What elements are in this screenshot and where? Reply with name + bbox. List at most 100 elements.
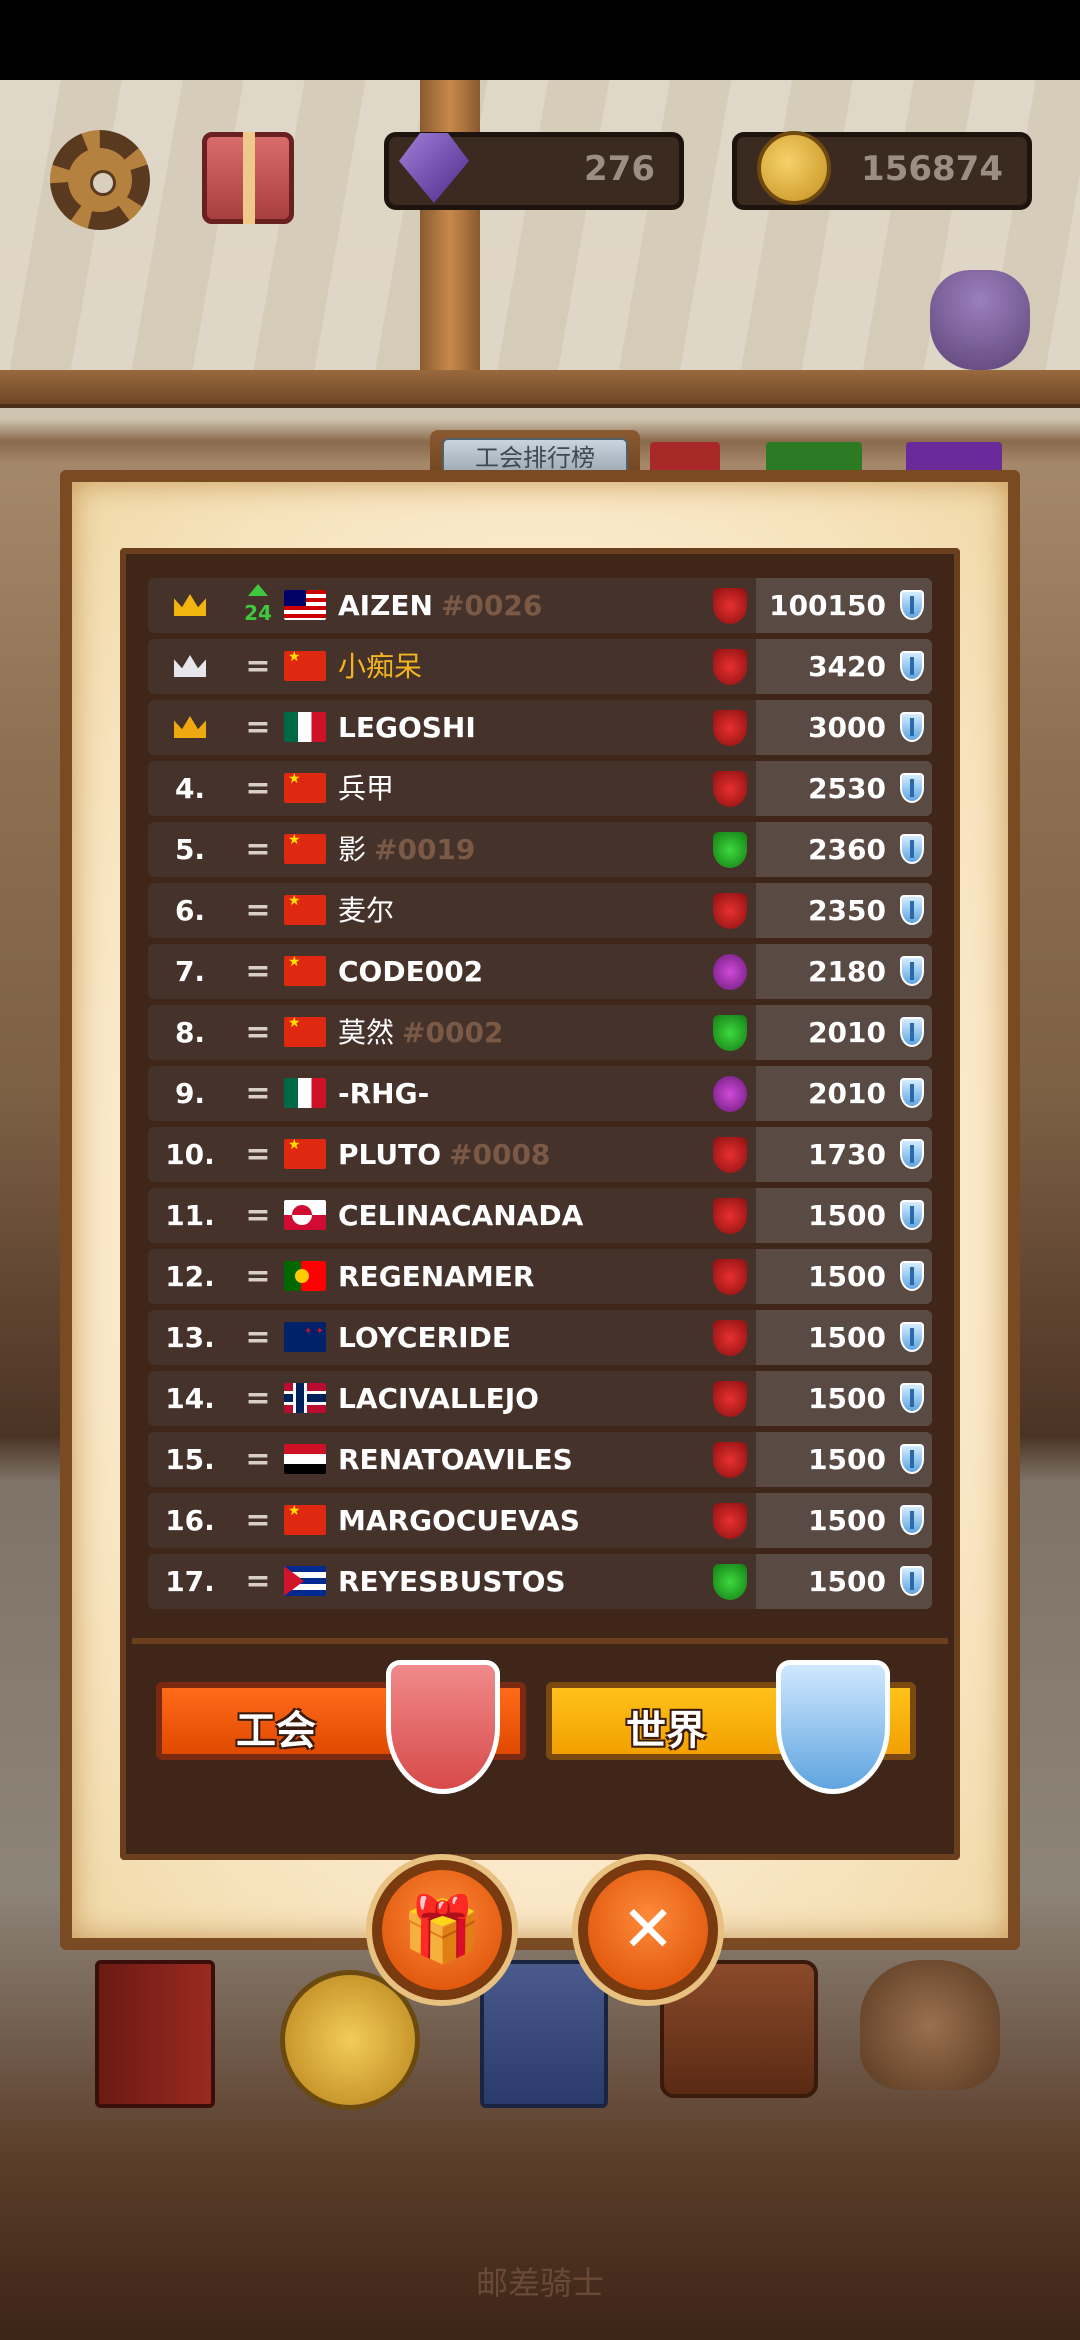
leaderboard-row[interactable]: 17. = REYESBUSTOS 1500 [148, 1554, 932, 1609]
player-name[interactable]: CELINACANADA [338, 1188, 583, 1243]
player-score: 1500 [808, 1260, 886, 1293]
player-name[interactable]: 兵甲 [338, 761, 394, 816]
leaderboard-row[interactable]: 14. = LACIVALLEJO 1500 [148, 1371, 932, 1426]
player-name[interactable]: PLUTO #0008 [338, 1127, 550, 1182]
player-name[interactable]: 影 #0019 [338, 822, 475, 877]
tab-green[interactable] [766, 442, 862, 470]
leaderboard-row[interactable]: 15. = RENATOAVILES 1500 [148, 1432, 932, 1487]
player-name[interactable]: CODE002 [338, 944, 483, 999]
player-name[interactable]: 小痴呆 [338, 639, 422, 694]
country-flag-icon [284, 956, 326, 986]
country-flag-icon [284, 834, 326, 864]
settings-gear-icon[interactable] [50, 130, 150, 230]
player-name[interactable]: REGENAMER [338, 1249, 534, 1304]
leaderboard-row[interactable]: 13. = LOYCERIDE 1500 [148, 1310, 932, 1365]
player-name-text: CELINACANADA [338, 1199, 584, 1232]
green-guild-emblem-icon[interactable] [713, 1015, 747, 1051]
leaderboard-row[interactable]: 24 AIZEN #0026 100150 [148, 578, 932, 633]
guild-tab-button[interactable]: 工会 [156, 1660, 526, 1794]
quest-book-icon[interactable] [95, 1960, 215, 2108]
purple-guild-emblem-icon[interactable] [713, 954, 747, 990]
red-guild-emblem-icon[interactable] [713, 771, 747, 807]
leaderboard-row[interactable]: = 小痴呆 3420 [148, 639, 932, 694]
gem-count: 276 [584, 149, 655, 189]
rank-number: 14. [165, 1382, 215, 1415]
red-guild-emblem-icon[interactable] [713, 649, 747, 685]
green-guild-emblem-icon[interactable] [713, 832, 747, 868]
player-name[interactable]: REYESBUSTOS [338, 1554, 566, 1609]
leaderboard-row[interactable]: 10. = PLUTO#0008 1730 [148, 1127, 932, 1182]
player-tag: #0026 [440, 589, 543, 622]
player-name-text: 莫然 [338, 1016, 395, 1049]
country-flag-icon [284, 1383, 326, 1413]
rank-change: = [245, 1381, 271, 1416]
leaderboard-row[interactable]: 12. = REGENAMER 1500 [148, 1249, 932, 1304]
gift-round-button[interactable]: 🎁 [372, 1860, 512, 2000]
leaderboard-row[interactable]: 8. = 莫然#0002 2010 [148, 1005, 932, 1060]
player-score: 3420 [808, 650, 886, 683]
treasure-bag-icon[interactable] [930, 270, 1030, 370]
red-guild-emblem-icon[interactable] [713, 588, 747, 624]
red-guild-emblem-icon[interactable] [713, 710, 747, 746]
red-guild-emblem-icon[interactable] [713, 1259, 747, 1295]
player-name[interactable]: LACIVALLEJO [338, 1371, 539, 1426]
red-guild-emblem-icon[interactable] [713, 1320, 747, 1356]
player-name[interactable]: 莫然 #0002 [338, 1005, 503, 1060]
purple-guild-emblem-icon[interactable] [713, 1076, 747, 1112]
trophy-shield-icon [900, 1017, 924, 1047]
player-name[interactable]: AIZEN #0026 [338, 578, 542, 633]
star-coin-icon[interactable] [280, 1970, 420, 2110]
leaderboard-row[interactable]: 11. = CELINACANADA 1500 [148, 1188, 932, 1243]
red-guild-emblem-icon[interactable] [713, 1442, 747, 1478]
player-name[interactable]: -RHG- [338, 1066, 429, 1121]
country-flag-icon [284, 1078, 326, 1108]
loot-bag-icon[interactable] [860, 1960, 1000, 2090]
red-guild-emblem-icon[interactable] [713, 1503, 747, 1539]
player-name[interactable]: MARGOCUEVAS [338, 1493, 580, 1548]
divider [132, 1638, 948, 1644]
country-flag-icon [284, 651, 326, 681]
red-guild-emblem-icon[interactable] [713, 1137, 747, 1173]
leaderboard-row[interactable]: 16. = MARGOCUEVAS 1500 [148, 1493, 932, 1548]
trophy-shield-icon [900, 773, 924, 803]
player-name[interactable]: LEGOSHI [338, 700, 476, 755]
player-name-text: 兵甲 [338, 772, 395, 805]
red-guild-emblem-icon[interactable] [713, 893, 747, 929]
player-name[interactable]: LOYCERIDE [338, 1310, 511, 1365]
player-name[interactable]: RENATOAVILES [338, 1432, 573, 1487]
player-name-text: REYESBUSTOS [338, 1565, 566, 1598]
trophy-shield-icon [900, 590, 924, 620]
trophy-shield-icon [900, 1444, 924, 1474]
leaderboard-row[interactable]: 7. = CODE002 2180 [148, 944, 932, 999]
green-guild-emblem-icon[interactable] [713, 1564, 747, 1600]
player-score: 2530 [808, 772, 886, 805]
country-flag-icon [284, 1444, 326, 1474]
country-flag-icon [284, 1505, 326, 1535]
player-name-text: REGENAMER [338, 1260, 535, 1293]
red-guild-emblem-icon[interactable] [713, 1381, 747, 1417]
rank-number: 10. [165, 1138, 215, 1171]
rank-number: 7. [174, 955, 206, 988]
trophy-shield-icon [900, 1505, 924, 1535]
leaderboard-row[interactable]: = LEGOSHI 3000 [148, 700, 932, 755]
tab-red[interactable] [650, 442, 720, 470]
card-deck-icon[interactable] [480, 1960, 608, 2108]
country-flag-icon [284, 1200, 326, 1230]
rank-change: = [245, 1503, 271, 1538]
player-tag: #0019 [374, 833, 476, 866]
leaderboard-row[interactable]: 5. = 影#0019 2360 [148, 822, 932, 877]
red-guild-emblem-icon[interactable] [713, 1198, 747, 1234]
rank-number: 16. [165, 1504, 215, 1537]
country-flag-icon [284, 1566, 326, 1596]
player-name[interactable]: 麦尔 [338, 883, 394, 938]
leaderboard-row[interactable]: 6. = 麦尔 2350 [148, 883, 932, 938]
leaderboard-row[interactable]: 4. = 兵甲 2530 [148, 761, 932, 816]
player-score: 1730 [808, 1138, 886, 1171]
gift-box-icon[interactable] [202, 132, 294, 224]
player-score: 2010 [808, 1016, 886, 1049]
tab-purple[interactable] [906, 442, 1002, 470]
leaderboard-row[interactable]: 9. = -RHG- 2010 [148, 1066, 932, 1121]
close-button[interactable]: ✕ [578, 1860, 718, 2000]
world-tab-button[interactable]: 世界 [546, 1660, 916, 1794]
ranking-list[interactable]: 24 AIZEN#0026 100150 = 小痴呆 3420 = LEGOSHI 3000 4.… [148, 578, 932, 1626]
